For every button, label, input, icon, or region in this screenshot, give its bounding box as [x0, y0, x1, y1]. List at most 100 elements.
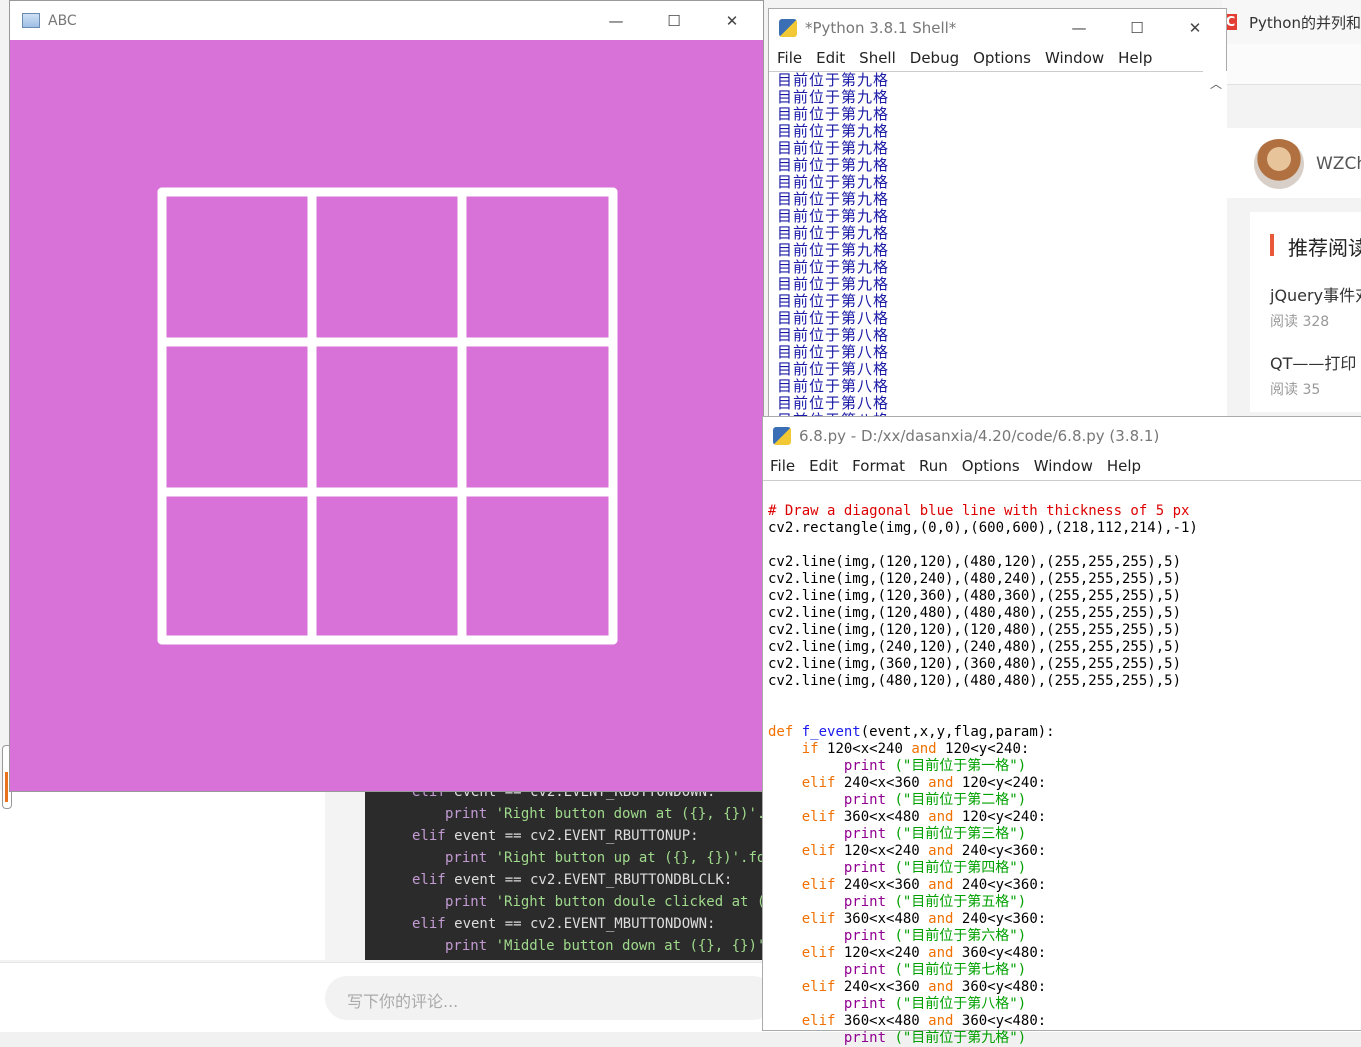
close-button[interactable]: ✕ — [1167, 9, 1223, 47]
code-token: 120<y<240: — [961, 809, 1047, 825]
shell-output-line: 目前位于第九格 — [777, 224, 890, 242]
code-token: print — [843, 792, 887, 808]
author-card: WZCh — [1226, 128, 1361, 198]
menu-edit[interactable]: Edit — [816, 49, 845, 71]
abc-titlebar[interactable]: ABC — ☐ ✕ — [10, 1, 763, 40]
menu-options[interactable]: Options — [973, 49, 1031, 71]
code-token: 120<y<240: — [945, 741, 1030, 757]
recommend-item-reads: 阅读 35 — [1270, 382, 1321, 398]
menu-debug[interactable]: Debug — [910, 49, 959, 71]
code-token: and — [928, 775, 954, 791]
menu-help[interactable]: Help — [1118, 49, 1152, 71]
maximize-button[interactable]: ☐ — [1109, 9, 1165, 47]
opencv-canvas[interactable] — [10, 40, 763, 791]
code-line: elif event == cv2.EVENT_MBUTTONDOWN: — [412, 916, 716, 932]
shell-output-line: 目前位于第九格 — [777, 258, 890, 276]
minimize-button[interactable]: — — [1051, 9, 1107, 47]
shell-titlebar[interactable]: *Python 3.8.1 Shell* — ☐ ✕ — [769, 9, 1226, 47]
code-token: and — [928, 945, 954, 961]
def-line: def f_event(event,x,y,flag,param): — [768, 724, 1055, 740]
shell-output-line: 目前位于第九格 — [777, 88, 890, 106]
shell-output-line: 目前位于第九格 — [777, 156, 890, 174]
code-line: cv2.line(img,(120,120),(120,480),(255,25… — [768, 622, 1182, 638]
tic-tac-toe-grid — [157, 187, 618, 645]
code-token: and — [928, 877, 954, 893]
shell-menubar: File Edit Shell Debug Options Window Hel… — [769, 49, 1226, 71]
menu-shell[interactable]: Shell — [859, 49, 896, 71]
menu-edit[interactable]: Edit — [809, 457, 838, 479]
author-name[interactable]: WZCh — [1316, 154, 1361, 174]
browser-tab[interactable]: C Python的并列和 — [1222, 0, 1361, 44]
code-token: elif — [801, 911, 836, 927]
code-comment: # Draw a diagonal blue line with thickne… — [768, 503, 1190, 519]
code-token: ("目前位于第三格") — [894, 826, 1027, 842]
menu-run[interactable]: Run — [919, 457, 948, 479]
code-line: cv2.line(img,(120,240),(480,240),(255,25… — [768, 571, 1182, 587]
code-token: 240<x<360 — [843, 775, 920, 791]
shell-output[interactable]: 目前位于第九格 目前位于第九格 目前位于第九格 目前位于第九格 目前位于第九格 目前位于第… — [769, 71, 1203, 418]
code-token: 120<x<240 — [843, 945, 920, 961]
editor-titlebar[interactable]: 6.8.py - D:/xx/dasanxia/4.20/code/6.8.py… — [763, 417, 1361, 455]
code-token: print — [843, 928, 887, 944]
code-token: 120<x<240 — [827, 741, 903, 757]
code-token: 240<y<360: — [961, 911, 1047, 927]
shell-window: *Python 3.8.1 Shell* — ☐ ✕ File Edit She… — [768, 8, 1227, 418]
close-button[interactable]: ✕ — [704, 1, 760, 40]
code-token: and — [928, 979, 954, 995]
menu-help[interactable]: Help — [1107, 457, 1141, 479]
code-token: and — [911, 741, 937, 757]
shell-output-line: 目前位于第九格 — [777, 275, 890, 293]
code-token: elif — [801, 979, 836, 995]
code-token: ("目前位于第一格") — [894, 758, 1027, 774]
shell-scrollbar[interactable]: ︿ — [1205, 71, 1227, 417]
menu-format[interactable]: Format — [852, 457, 905, 479]
code-token: elif — [801, 945, 836, 961]
scroll-up-icon[interactable]: ︿ — [1210, 75, 1222, 92]
shell-output-line: 目前位于第八格 — [777, 343, 890, 361]
code-line: print 'Right button up at ({}, {})'.fo — [445, 850, 766, 866]
code-token: 360<x<480 — [843, 809, 920, 825]
maximize-button[interactable]: ☐ — [646, 1, 702, 40]
recommend-item-title[interactable]: QT——打印 — [1270, 350, 1356, 374]
code-token: ("目前位于第七格") — [894, 962, 1027, 978]
code-token: ("目前位于第五格") — [894, 894, 1027, 910]
menu-file[interactable]: File — [777, 49, 802, 71]
comment-input[interactable]: 写下你的评论... — [325, 976, 775, 1020]
menu-file[interactable]: File — [770, 457, 795, 479]
code-line: print 'Right button doule clicked at ( — [445, 894, 766, 910]
code-token: 360<y<480: — [961, 1013, 1047, 1029]
code-token: and — [928, 809, 954, 825]
shell-output-line: 目前位于第八格 — [777, 360, 890, 378]
code-token: elif — [801, 843, 836, 859]
code-token: and — [928, 911, 954, 927]
shell-output-line: 目前位于第八格 — [777, 326, 890, 344]
menu-window[interactable]: Window — [1034, 457, 1093, 479]
code-token: ("目前位于第二格") — [894, 792, 1027, 808]
code-editor[interactable]: # Draw a diagonal blue line with thickne… — [768, 486, 1198, 1047]
code-token: and — [928, 843, 954, 859]
menu-window[interactable]: Window — [1045, 49, 1104, 71]
avatar[interactable] — [1254, 139, 1304, 189]
menu-options[interactable]: Options — [962, 457, 1020, 479]
code-token: 240<y<360: — [961, 877, 1047, 893]
python-file-icon — [773, 427, 791, 445]
code-line: elif event == cv2.EVENT_RBUTTONDBLCLK: — [412, 872, 733, 888]
article-code-block: elif event == cv2.EVENT_RBUTTONDOWN: pri… — [365, 780, 774, 960]
code-token: 360<x<480 — [843, 1013, 920, 1029]
code-token: print — [843, 860, 887, 876]
code-token: and — [928, 1013, 954, 1029]
recommend-item-reads: 阅读 328 — [1270, 314, 1330, 330]
recommend-item-title[interactable]: jQuery事件对 — [1270, 282, 1361, 306]
code-token: print — [843, 758, 887, 774]
code-token: if — [801, 741, 819, 757]
window-app-icon — [22, 13, 40, 28]
code-token: ("目前位于第四格") — [894, 860, 1027, 876]
code-token: elif — [801, 877, 836, 893]
scroll-indicator — [5, 772, 8, 802]
code-line: cv2.line(img,(480,120),(480,480),(255,25… — [768, 673, 1182, 689]
code-token: elif — [801, 1013, 836, 1029]
code-token: 120<x<240 — [843, 843, 920, 859]
code-token: ("目前位于第八格") — [894, 996, 1027, 1012]
editor-divider — [763, 480, 1361, 481]
minimize-button[interactable]: — — [588, 1, 644, 40]
